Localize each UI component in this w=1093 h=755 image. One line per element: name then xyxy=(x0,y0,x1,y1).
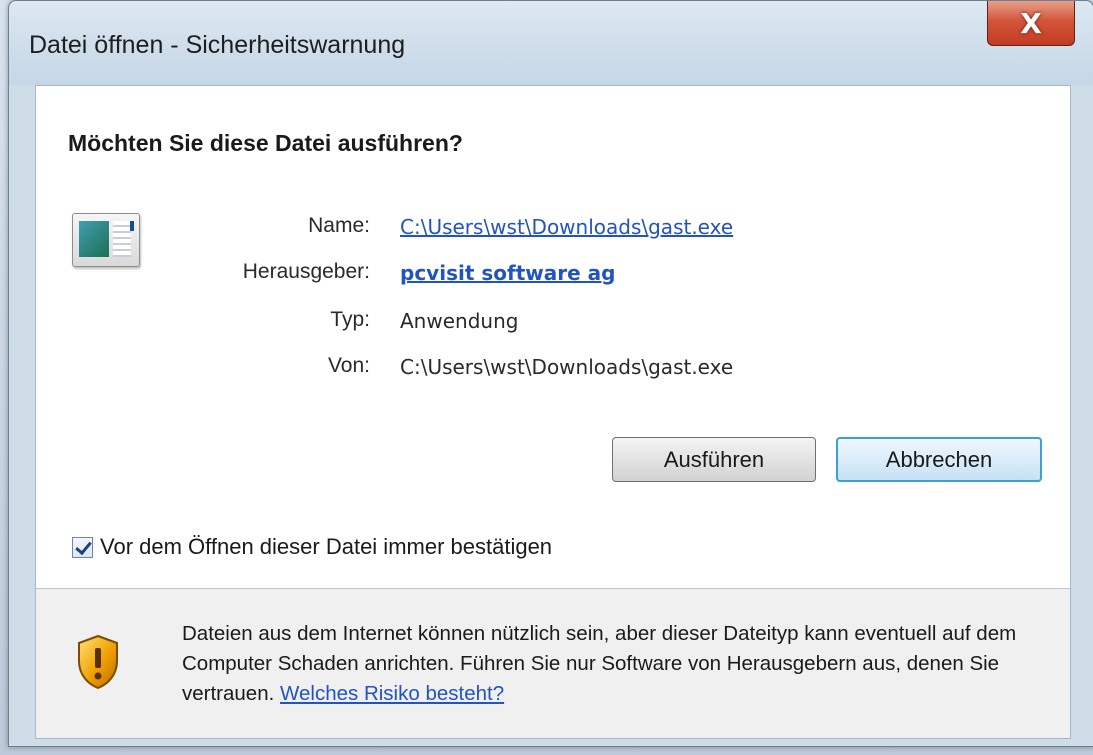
window-title: Datei öffnen - Sicherheitswarnung xyxy=(29,31,406,59)
close-button[interactable]: X xyxy=(987,1,1075,46)
cancel-button[interactable]: Abbrechen xyxy=(836,437,1042,482)
publisher-link[interactable]: pcvisit software ag xyxy=(400,261,615,285)
run-button[interactable]: Ausführen xyxy=(612,437,816,482)
dialog-question: Möchten Sie diese Datei ausführen? xyxy=(68,130,463,156)
type-value: Anwendung xyxy=(400,309,519,333)
warning-text: Dateien aus dem Internet können nützlich… xyxy=(182,619,1062,709)
warning-shield-icon xyxy=(78,634,118,690)
always-confirm-checkbox[interactable] xyxy=(72,537,93,558)
type-label: Typ: xyxy=(330,308,370,331)
title-bar[interactable]: Datei öffnen - Sicherheitswarnung X xyxy=(9,1,1093,85)
always-confirm-label[interactable]: Vor dem Öffnen dieser Datei immer bestät… xyxy=(100,534,552,560)
close-icon: X xyxy=(1020,6,1042,40)
publisher-label: Herausgeber: xyxy=(242,260,370,283)
name-link[interactable]: C:\Users\wst\Downloads\gast.exe xyxy=(400,215,733,239)
from-value: C:\Users\wst\Downloads\gast.exe xyxy=(400,355,734,379)
application-file-icon xyxy=(72,213,140,267)
security-warning-dialog: Datei öffnen - Sicherheitswarnung X Möch… xyxy=(8,0,1093,747)
name-label: Name: xyxy=(308,214,370,237)
risk-link[interactable]: Welches Risiko besteht? xyxy=(280,682,504,705)
from-label: Von: xyxy=(327,354,370,377)
warning-footer: Dateien aus dem Internet können nützlich… xyxy=(36,589,1070,738)
dialog-content: Möchten Sie diese Datei ausführen? Name:… xyxy=(35,85,1071,739)
